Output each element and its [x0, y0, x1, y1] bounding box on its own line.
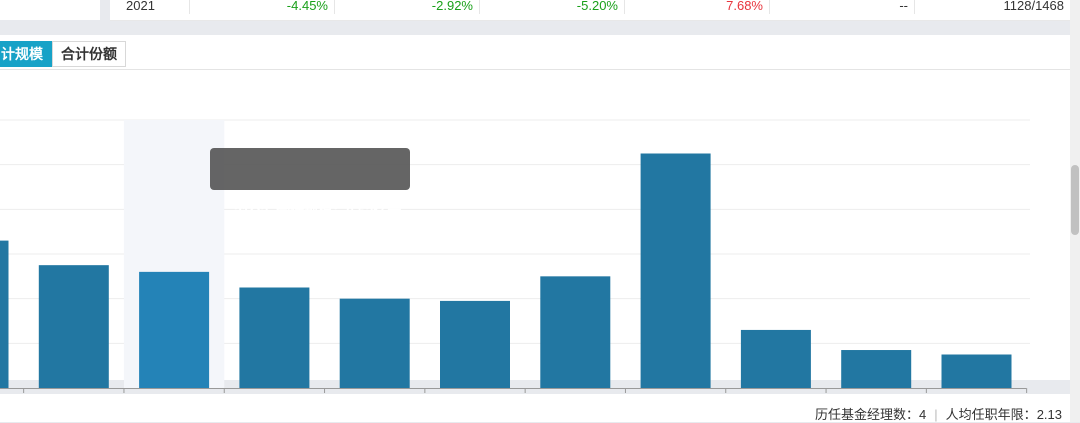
bar-20Q4[interactable]	[38, 265, 109, 388]
bar-22Q4[interactable]	[440, 300, 510, 388]
bar-23Q4[interactable]	[640, 153, 711, 389]
bar-20Q2[interactable]	[0, 240, 9, 388]
year-cell: 2021	[110, 0, 190, 14]
manager-count: 4	[919, 407, 927, 422]
return-cell: -4.45%	[190, 0, 335, 14]
bar-21Q2[interactable]	[139, 271, 210, 388]
chart-tooltip: 21Q2 合计规模：0.52亿元	[210, 148, 410, 219]
chart-tabs: 计规模 合计份额	[0, 41, 126, 67]
tooltip-category: 21Q2	[234, 203, 269, 219]
rank-cell: 1128/1468	[1003, 0, 1065, 13]
tab-total-scale[interactable]: 计规模	[0, 41, 52, 67]
bar-23Q2[interactable]	[540, 276, 611, 388]
stats-separator: |	[934, 407, 938, 422]
avg-tenure-label: 人均任职年限：	[945, 407, 1037, 422]
scrollbar-thumb[interactable]	[1071, 165, 1079, 235]
manager-stats: 历任基金经理数：4 | 人均任职年限：2.13	[815, 404, 1062, 423]
tooltip-unit: 亿元	[373, 203, 402, 219]
return-cell: -5.20%	[480, 0, 625, 14]
tooltip-value: 0.52	[346, 203, 374, 219]
chart-card: 计规模 合计份额 20Q421Q221Q422Q222Q423Q223Q424Q…	[0, 35, 1070, 409]
bar-22Q2[interactable]	[339, 298, 410, 388]
tab-total-shares[interactable]: 合计份额	[52, 41, 126, 67]
bar-24Q4[interactable]	[841, 350, 912, 388]
manager-count-label: 历任基金经理数：	[815, 407, 920, 422]
avg-tenure: 2.13	[1036, 407, 1062, 422]
tooltip-series-label: 合计规模：	[276, 203, 347, 219]
return-cell: --	[770, 0, 915, 14]
return-cell: 7.68%	[625, 0, 770, 14]
bar-chart[interactable]: 20Q421Q221Q422Q222Q423Q223Q424Q224Q425Q2	[0, 70, 1070, 415]
bar-24Q2[interactable]	[740, 329, 811, 388]
left-card-fragment	[0, 0, 100, 20]
bar-25Q2[interactable]	[941, 354, 1012, 389]
bar-21Q4[interactable]	[239, 287, 310, 389]
table-row: 2021 -4.45% -2.92% -5.20% 7.68% -- 1128/…	[110, 0, 1070, 21]
return-cell: -2.92%	[335, 0, 480, 14]
